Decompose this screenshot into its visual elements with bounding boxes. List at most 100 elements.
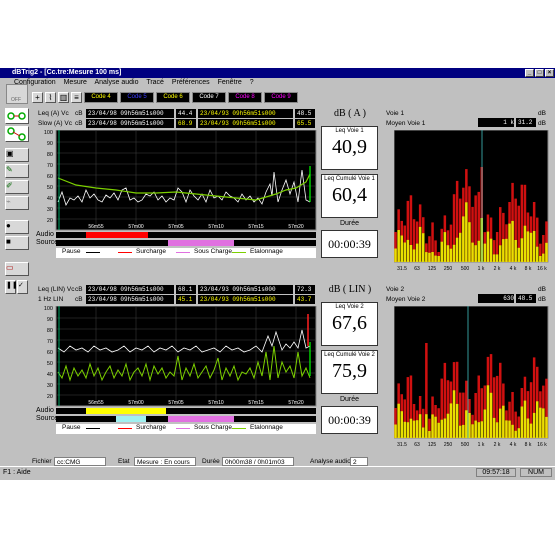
legend-surcharge: Surcharge bbox=[136, 248, 166, 255]
power-switch[interactable]: OFF bbox=[6, 84, 28, 104]
code-8-label: Code 8 bbox=[235, 93, 255, 100]
list-tool-button[interactable]: ≡ bbox=[71, 91, 82, 103]
stop-button[interactable]: ■ bbox=[5, 236, 29, 250]
top-row2: Slow (A) Vc cB 23/04/98 09h56m51s000 68.… bbox=[38, 119, 318, 128]
monitor-button[interactable]: ▭ bbox=[5, 262, 29, 276]
bottom-y-tick: 20 bbox=[47, 394, 53, 400]
bottom-y-tick: 40 bbox=[47, 372, 53, 378]
pen-button[interactable]: ✎ bbox=[5, 164, 29, 178]
bottom-value-column: dB ( LIN ) Leq Voie 2 67,6 Leq Cumulé Vo… bbox=[319, 284, 379, 434]
bottom-row2-date: 23/04/98 09h56m51s000 bbox=[86, 295, 174, 304]
code-5-button[interactable]: Code 5 bbox=[120, 91, 154, 103]
spectrum-bar-yellow bbox=[514, 240, 517, 262]
spectrum-tool-button[interactable]: ▥ bbox=[58, 91, 69, 103]
bottom-source-cyan-segment bbox=[116, 416, 146, 422]
check-button[interactable]: ✓ bbox=[17, 280, 28, 294]
top-row1-date2: 23/04/93 09h56m51s000 bbox=[198, 109, 293, 118]
spectrum-bar-yellow bbox=[542, 253, 545, 262]
plus-tool-button[interactable]: + bbox=[32, 91, 43, 103]
spectrum-bar-yellow bbox=[502, 239, 505, 262]
analyse-field[interactable]: 2 bbox=[350, 457, 368, 466]
spectrum-bar-yellow bbox=[539, 407, 542, 438]
spectrum-bar-yellow bbox=[529, 423, 533, 438]
spectrum-bar-yellow bbox=[440, 419, 443, 438]
duree-footer-label: Durée bbox=[202, 458, 220, 465]
code-9-button[interactable]: Code 9 bbox=[264, 91, 298, 103]
menu-mesure[interactable]: Mesure bbox=[64, 79, 87, 86]
code-7-button[interactable]: Code 7 bbox=[192, 91, 226, 103]
spectrum2-x-tick: 1 k bbox=[478, 442, 485, 448]
spectrum-bar-yellow bbox=[455, 237, 459, 262]
minimize-button[interactable]: _ bbox=[525, 69, 534, 77]
spectrum2-voie-row: Voie 2 630 48.5 dB bbox=[386, 285, 554, 303]
spectrum-bar-yellow bbox=[465, 410, 468, 438]
code-4-button[interactable]: Code 4 bbox=[84, 91, 118, 103]
save-button[interactable]: ▣ bbox=[5, 148, 29, 162]
spectrum-panel-2: Voie 2 630 48.5 dB Moyen Voie 2 dB 31.5 … bbox=[384, 284, 554, 452]
spectrum-bar-yellow bbox=[495, 422, 499, 438]
title-bar: dBTrig2 - [Cc.tre:Mesure 100 ms] _ □ × bbox=[0, 68, 555, 78]
window-title: dBTrig2 - [Cc.tre:Mesure 100 ms] bbox=[12, 69, 122, 76]
menu-trace[interactable]: Tracé bbox=[146, 79, 164, 86]
close-button[interactable]: × bbox=[545, 69, 554, 77]
bottom-measurement-panel: Leq (LIN) Vc cB 23/04/98 09h56m51s000 68… bbox=[36, 284, 318, 424]
code-6-button[interactable]: Code 6 bbox=[156, 91, 190, 103]
spectrum-bar-yellow bbox=[489, 392, 493, 438]
spectrum-bar-yellow bbox=[443, 418, 447, 438]
top-row2-value: 68.9 bbox=[176, 119, 196, 128]
pause-button[interactable]: ❚❚ bbox=[5, 280, 18, 294]
spectrum-bar-yellow bbox=[397, 230, 400, 262]
spectrum-bar-yellow bbox=[536, 401, 539, 438]
spectrum-bar-yellow bbox=[529, 232, 533, 262]
leq-cumul1-label: Leq Cumulé Voie 1 bbox=[324, 176, 375, 182]
record-node-button[interactable] bbox=[5, 108, 29, 124]
spectrum-bar-yellow bbox=[418, 414, 422, 438]
spectrum-bar-yellow bbox=[400, 411, 403, 438]
chart-tool-button[interactable]: ⌇ bbox=[45, 91, 56, 103]
top-value-column: dB ( A ) Leq Voie 1 40,9 Leq Cumulé Voie… bbox=[319, 108, 379, 258]
edit-button[interactable]: ✐ bbox=[5, 180, 29, 194]
spectrum1-unit: dB bbox=[538, 110, 546, 117]
top-row2-date2: 23/04/93 09h56m51s000 bbox=[198, 119, 293, 128]
menu-preferences[interactable]: Préférences bbox=[172, 79, 210, 86]
spectrum-bar-yellow bbox=[492, 417, 496, 438]
spectrum2-x-tick: 125 bbox=[428, 442, 437, 448]
spectrum-bar-yellow bbox=[394, 424, 397, 438]
record-button[interactable]: ● bbox=[5, 220, 29, 234]
legend-surcharge: Surcharge bbox=[136, 424, 166, 431]
graph-button[interactable]: ⌁ bbox=[5, 196, 29, 210]
top-audio-source: Audio Source bbox=[36, 231, 316, 248]
bottom-row2: 1 Hz LIN cB 23/04/98 09h56m51s000 45.1 2… bbox=[38, 295, 318, 304]
link-node-button[interactable] bbox=[5, 126, 29, 142]
menu-fenetre[interactable]: Fenêtre bbox=[218, 79, 242, 86]
menu-analyse-audio[interactable]: Analyse audio bbox=[95, 79, 139, 86]
bottom-row1-value2: 72.3 bbox=[295, 285, 315, 294]
spectrum1-x-tick: 31.5 bbox=[397, 266, 407, 272]
fichier-field[interactable]: cc:CMG bbox=[54, 457, 106, 466]
code-8-button[interactable]: Code 8 bbox=[228, 91, 262, 103]
check-icon: ✓ bbox=[18, 282, 24, 289]
bottom-y-tick: 100 bbox=[44, 306, 53, 312]
spectrum-bar-yellow bbox=[403, 421, 406, 438]
spectrum-bar-yellow bbox=[492, 254, 496, 262]
spectrum-bar-yellow bbox=[471, 424, 474, 438]
bottom-x-tick: 57m05 bbox=[168, 400, 184, 406]
spectrum-bar-yellow bbox=[505, 420, 508, 438]
spectrum-bar-yellow bbox=[455, 403, 459, 438]
status-help: F1 : Aide bbox=[3, 469, 31, 476]
legend-sous-charge: Sous Charge bbox=[194, 424, 232, 431]
top-row2-date: 23/04/98 09h56m51s000 bbox=[86, 119, 174, 128]
spectrum-bar-yellow bbox=[446, 413, 450, 438]
spectrum-bar-yellow bbox=[443, 232, 447, 262]
maximize-button[interactable]: □ bbox=[535, 69, 544, 77]
menu-help[interactable]: ? bbox=[250, 79, 254, 86]
spectrum1-voie-row: Voie 1 1 k 31.2 dB bbox=[386, 109, 554, 127]
spectrum-bar-yellow bbox=[425, 252, 428, 262]
spectrum2-x-tick: 8 k bbox=[525, 442, 532, 448]
spectrum1-moyen-row: Moyen Voie 1 dB bbox=[386, 119, 554, 128]
top-x-tick: 57m20 bbox=[288, 224, 304, 230]
duree2-value: 00:00:39 bbox=[321, 406, 378, 434]
spectrum-bar-yellow bbox=[526, 418, 530, 438]
bottom-row2-value2: 43.7 bbox=[295, 295, 315, 304]
edit-icon: ✐ bbox=[6, 181, 13, 190]
